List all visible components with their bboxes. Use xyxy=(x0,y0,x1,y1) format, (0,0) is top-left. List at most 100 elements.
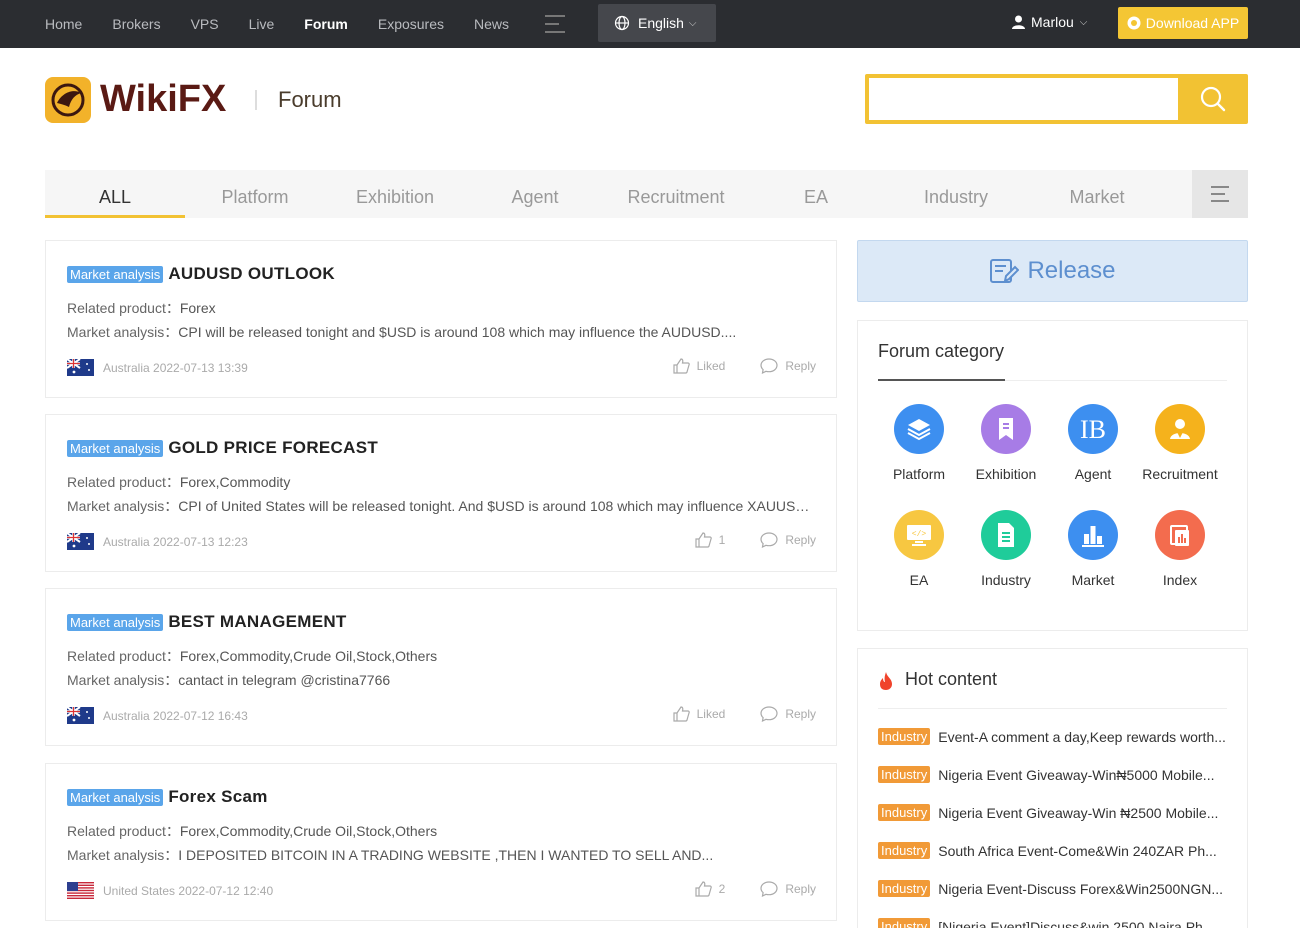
post-tag[interactable]: Market analysis xyxy=(67,265,164,283)
post-analysis: Market analysis：I DEPOSITED BITCOIN IN A… xyxy=(67,845,817,865)
ib-icon: IB xyxy=(1068,404,1118,454)
hot-item-text: Nigeria Event Giveaway-Win₦5000 Mobile..… xyxy=(938,766,1215,783)
hot-item-text: Nigeria Event-Discuss Forex&Win2500NGN..… xyxy=(938,880,1224,897)
post-date: 2022-07-12 12:40 xyxy=(178,883,274,898)
hot-tag: Industry xyxy=(878,880,931,897)
category-agent[interactable]: IB Agent xyxy=(1048,404,1138,482)
post-related-product: Related product：Forex,Commodity,Crude Oi… xyxy=(67,821,817,841)
post-card[interactable]: Market analysis GOLD PRICE FORECAST Rela… xyxy=(45,414,837,572)
post-card[interactable]: Market analysis AUDUSD OUTLOOK Related p… xyxy=(45,240,837,398)
post-actions: Liked Reply xyxy=(638,358,816,374)
thumbs-up-icon xyxy=(695,881,712,897)
post-tag[interactable]: Market analysis xyxy=(67,788,164,806)
category-industry[interactable]: Industry xyxy=(961,510,1051,588)
reply-button[interactable]: Reply xyxy=(760,706,816,722)
nav-forum[interactable]: Forum xyxy=(289,16,363,32)
nav-vps[interactable]: VPS xyxy=(176,16,234,32)
reply-button[interactable]: Reply xyxy=(760,358,816,374)
hot-item-text: South Africa Event-Come&Win 240ZAR Ph... xyxy=(938,842,1217,859)
like-button[interactable]: 1 xyxy=(695,532,725,548)
post-related-product: Related product：Forex,Commodity xyxy=(67,472,817,492)
nav-live[interactable]: Live xyxy=(234,16,290,32)
hot-item-text: Event-A comment a day,Keep rewards worth… xyxy=(938,728,1226,745)
like-button[interactable]: Liked xyxy=(673,706,725,722)
category-market[interactable]: Market xyxy=(1048,510,1138,588)
hot-tag: Industry xyxy=(878,918,931,928)
hot-item[interactable]: Industry [Nigeria Event]Discuss&win 2500 … xyxy=(878,918,1228,928)
reply-button[interactable]: Reply xyxy=(760,881,816,897)
tab-market[interactable]: Market xyxy=(1027,170,1167,218)
post-title[interactable]: BEST MANAGEMENT xyxy=(168,612,346,632)
analysis-label: Market analysis： xyxy=(67,324,179,340)
tab-ea[interactable]: EA xyxy=(746,170,886,218)
like-button[interactable]: 2 xyxy=(695,881,725,897)
tab-agent[interactable]: Agent xyxy=(465,170,605,218)
hot-item[interactable]: Industry Event-A comment a day,Keep rewar… xyxy=(878,728,1228,745)
tab-industry[interactable]: Industry xyxy=(886,170,1026,218)
category-exhibition[interactable]: Exhibition xyxy=(961,404,1051,482)
nav-brokers[interactable]: Brokers xyxy=(97,16,175,32)
reply-label: Reply xyxy=(785,359,816,373)
australia-flag-icon xyxy=(67,707,94,724)
post-title[interactable]: Forex Scam xyxy=(168,787,267,807)
search-box xyxy=(865,74,1248,124)
nav-home[interactable]: Home xyxy=(30,16,97,32)
post-title-row: Market analysis AUDUSD OUTLOOK xyxy=(67,264,335,284)
hot-content-title: Hot content xyxy=(905,669,998,689)
post-country: United States xyxy=(103,883,176,898)
search-icon xyxy=(1200,86,1226,112)
search-button[interactable] xyxy=(1178,74,1248,124)
username: Marlou xyxy=(1031,14,1074,30)
tab-all[interactable]: ALL xyxy=(45,170,185,218)
like-button[interactable]: Liked xyxy=(673,358,725,374)
thumbs-up-icon xyxy=(695,532,712,548)
category-index[interactable]: Index xyxy=(1135,510,1225,588)
download-app-button[interactable]: Download APP xyxy=(1118,7,1248,39)
analysis-label: Market analysis： xyxy=(67,672,179,688)
australia-flag-icon xyxy=(67,359,94,376)
nav-news[interactable]: News xyxy=(459,16,524,32)
hot-item[interactable]: Industry Nigeria Event Giveaway-Win₦5000 … xyxy=(878,766,1228,783)
hot-item[interactable]: Industry Nigeria Event Giveaway-Win ₦2500… xyxy=(878,804,1228,821)
flame-icon xyxy=(880,672,892,690)
nav-more-menu-icon[interactable] xyxy=(545,15,565,33)
post-card[interactable]: Market analysis BEST MANAGEMENT Related … xyxy=(45,588,837,746)
post-meta: Australia 2022-07-13 12:23 xyxy=(67,533,248,550)
tab-recruitment[interactable]: Recruitment xyxy=(606,170,746,218)
release-label: Release xyxy=(1027,257,1116,284)
post-tag[interactable]: Market analysis xyxy=(67,439,164,457)
wikifx-logo-icon[interactable] xyxy=(45,77,91,123)
reply-button[interactable]: Reply xyxy=(760,532,816,548)
language-selector[interactable]: English ⌵ xyxy=(598,4,716,42)
related-product-value: Forex,Commodity,Crude Oil,Stock,Others xyxy=(179,648,438,664)
category-ea[interactable]: </> EA xyxy=(874,510,964,588)
hot-item[interactable]: Industry South Africa Event-Come&Win 240Z… xyxy=(878,842,1228,859)
category-label: Market xyxy=(1071,572,1115,588)
tab-platform[interactable]: Platform xyxy=(185,170,325,218)
logo-wordmark[interactable]: WikiFX xyxy=(100,78,226,121)
hot-item[interactable]: Industry Nigeria Event-Discuss Forex&Win2… xyxy=(878,880,1228,897)
category-label: Industry xyxy=(981,572,1031,588)
post-title[interactable]: GOLD PRICE FORECAST xyxy=(168,438,378,458)
search-input[interactable] xyxy=(869,78,1178,120)
post-country: Australia xyxy=(103,534,150,549)
release-button[interactable]: Release xyxy=(857,240,1248,302)
post-country: Australia xyxy=(103,360,150,375)
category-label: Index xyxy=(1162,572,1198,588)
hot-item-text: [Nigeria Event]Discuss&win 2500 Naira Ph… xyxy=(938,918,1215,928)
post-tag[interactable]: Market analysis xyxy=(67,613,164,631)
tab-menu-icon[interactable] xyxy=(1192,170,1248,218)
nav-exposures[interactable]: Exposures xyxy=(363,16,459,32)
comment-icon xyxy=(760,532,778,548)
tab-exhibition[interactable]: Exhibition xyxy=(325,170,465,218)
title-underline xyxy=(878,379,1005,381)
post-meta: Australia 2022-07-13 13:39 xyxy=(67,359,248,376)
related-product-value: Forex xyxy=(179,300,216,316)
user-menu[interactable]: Marlou ⌵ xyxy=(1012,14,1087,30)
post-card[interactable]: Market analysis Forex Scam Related produ… xyxy=(45,763,837,921)
index-icon xyxy=(1155,510,1205,560)
category-platform[interactable]: Platform xyxy=(874,404,964,482)
post-title[interactable]: AUDUSD OUTLOOK xyxy=(168,264,335,284)
post-actions: Liked Reply xyxy=(638,706,816,722)
category-recruitment[interactable]: Recruitment xyxy=(1135,404,1225,482)
